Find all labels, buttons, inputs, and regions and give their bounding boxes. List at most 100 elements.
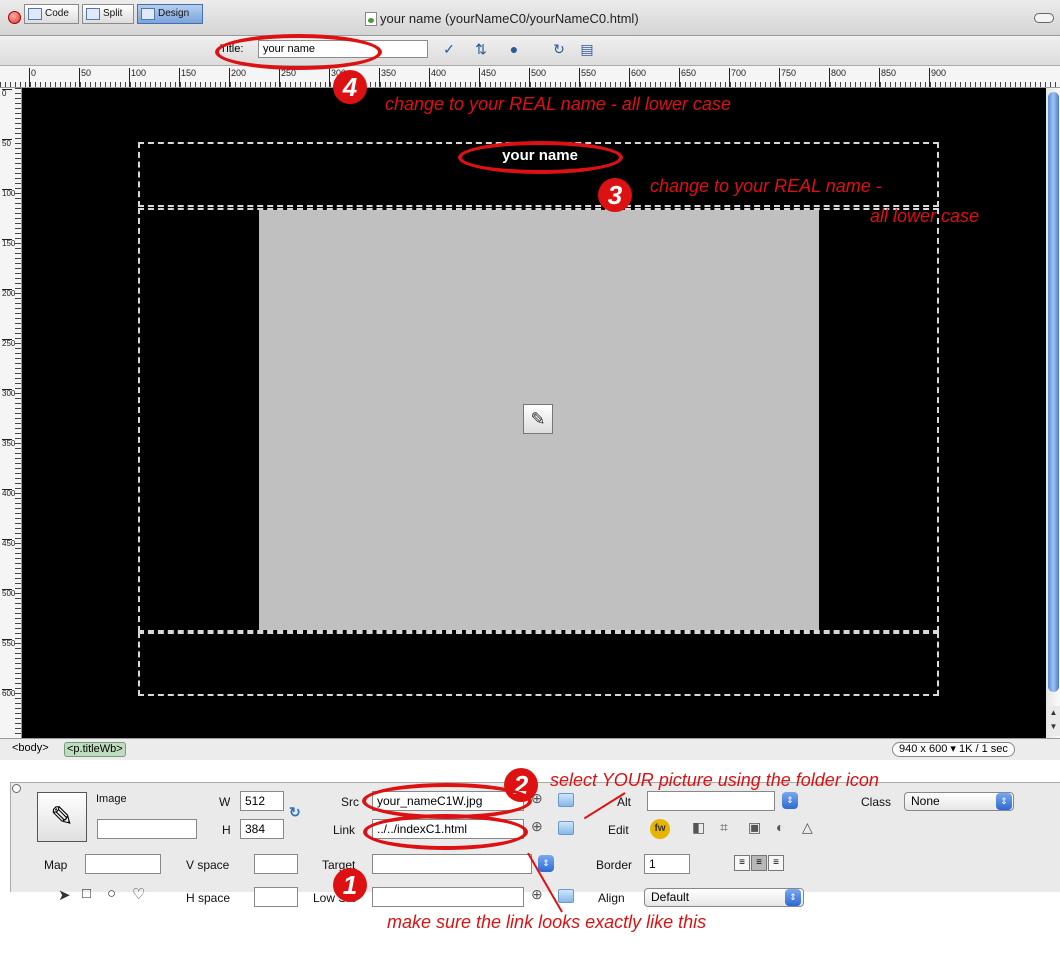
- image-name-input[interactable]: [97, 819, 197, 839]
- ruler-minor-ticks: [15, 88, 21, 738]
- resample-icon[interactable]: ▣: [748, 819, 761, 836]
- annotation-text-4: change to your REAL name - all lower cas…: [385, 94, 731, 114]
- close-window-button[interactable]: [8, 11, 21, 24]
- fireworks-edit-icon[interactable]: fw: [650, 819, 670, 839]
- alt-dropdown-button[interactable]: ⇕: [782, 792, 798, 809]
- browse-folder-icon[interactable]: [558, 889, 574, 903]
- preview-browser-icon[interactable]: ●: [505, 40, 523, 58]
- align-center-button[interactable]: ≡: [751, 855, 767, 871]
- width-label: W: [219, 795, 231, 809]
- validate-icon[interactable]: ✓: [440, 40, 458, 58]
- download-time: 1K / 1 sec: [958, 743, 1008, 755]
- ruler-tick: 600: [629, 68, 646, 87]
- view-options-icon[interactable]: ▤: [578, 40, 596, 58]
- vspace-input[interactable]: [254, 854, 298, 874]
- ruler-tick: 100: [2, 189, 16, 198]
- hspace-input[interactable]: [254, 887, 298, 907]
- ruler-tick: 400: [2, 489, 16, 498]
- class-dropdown-icon: ⇕: [996, 793, 1012, 810]
- design-view-button[interactable]: Design: [137, 4, 203, 24]
- tag-body[interactable]: <body>: [10, 742, 51, 757]
- ruler-tick: 550: [2, 639, 16, 648]
- code-view-button[interactable]: Code: [24, 4, 79, 24]
- map-input[interactable]: [85, 854, 161, 874]
- annotation-oval-site-name: [458, 141, 623, 174]
- annotation-text-2: select YOUR picture using the folder ico…: [550, 770, 879, 790]
- ruler-tick: 350: [2, 439, 16, 448]
- lowsrc-input[interactable]: [372, 887, 524, 907]
- annotation-text-3-line1: change to your REAL name -: [650, 176, 882, 196]
- image-type-icon: ✎: [37, 792, 87, 842]
- width-input[interactable]: [240, 791, 284, 811]
- document-toolbar: [0, 36, 1060, 66]
- height-label: H: [222, 823, 231, 837]
- ruler-tick: 350: [379, 68, 396, 87]
- document-icon: [365, 12, 377, 26]
- alt-input[interactable]: [647, 791, 775, 811]
- code-view-label: Code: [45, 8, 69, 19]
- ruler-tick: 150: [179, 68, 196, 87]
- ruler-tick: 250: [279, 68, 296, 87]
- map-label: Map: [44, 858, 68, 872]
- sharpen-icon[interactable]: △: [802, 819, 813, 836]
- image-label: Image: [96, 793, 127, 805]
- align-select[interactable]: Default: [644, 888, 804, 907]
- polygon-hotspot-icon[interactable]: ♡: [132, 885, 145, 903]
- align-right-button[interactable]: ≡: [768, 855, 784, 871]
- toolbar-toggle-button[interactable]: [1034, 13, 1054, 23]
- ruler-tick: 400: [429, 68, 446, 87]
- ruler-tick: 150: [2, 239, 16, 248]
- refresh-icon[interactable]: ↻: [550, 40, 568, 58]
- scrollbar-thumb[interactable]: [1048, 92, 1059, 692]
- scroll-arrows[interactable]: ▲ ▼: [1047, 706, 1060, 736]
- tag-p-titlewb[interactable]: <p.titleWb>: [64, 742, 126, 757]
- ruler-tick: 200: [2, 289, 16, 298]
- split-view-icon: [86, 8, 100, 20]
- align-value: Default: [651, 890, 690, 904]
- pointer-hotspot-icon[interactable]: ➤: [58, 886, 71, 904]
- rectangle-hotspot-icon[interactable]: □: [82, 885, 91, 902]
- annotation-oval-link: [363, 814, 528, 850]
- target-dropdown-button[interactable]: ⇕: [538, 855, 554, 872]
- height-input[interactable]: [240, 819, 284, 839]
- ruler-tick: 750: [779, 68, 796, 87]
- brightness-contrast-icon[interactable]: ◐: [776, 819, 784, 835]
- border-input[interactable]: [644, 854, 690, 874]
- vspace-label: V space: [186, 858, 230, 872]
- code-view-icon: [28, 8, 42, 20]
- annotation-oval-title: [215, 34, 382, 70]
- class-label: Class: [861, 795, 892, 809]
- footer-div[interactable]: [138, 632, 939, 696]
- ruler-tick: 800: [829, 68, 846, 87]
- ruler-tick: 0: [2, 89, 12, 98]
- align-label: Align: [598, 891, 625, 905]
- browse-folder-icon[interactable]: [558, 793, 574, 807]
- ruler-tick: 500: [529, 68, 546, 87]
- collapse-inspector-button[interactable]: [12, 784, 21, 793]
- ruler-tick: 850: [879, 68, 896, 87]
- design-view-label: Design: [158, 8, 190, 19]
- ruler-tick: 700: [729, 68, 746, 87]
- target-input[interactable]: [372, 854, 532, 874]
- ruler-tick: 450: [479, 68, 496, 87]
- split-view-label: Split: [103, 8, 123, 19]
- split-view-button[interactable]: Split: [82, 4, 134, 24]
- ruler-tick: 250: [2, 339, 16, 348]
- ruler-tick: 600: [2, 689, 16, 698]
- crop-icon[interactable]: ⌗: [720, 819, 728, 836]
- src-label: Src: [341, 795, 359, 809]
- file-management-icon[interactable]: ⇅: [472, 40, 490, 58]
- point-to-file-icon[interactable]: ⊕: [531, 886, 543, 903]
- point-to-file-icon[interactable]: ⊕: [531, 818, 543, 835]
- annotation-text-3-line2: all lower case: [870, 206, 980, 226]
- ruler-tick: 50: [2, 139, 12, 148]
- class-value: None: [911, 794, 940, 808]
- window-size-select[interactable]: 940 x 600 ▾ 1K / 1 sec: [892, 742, 1015, 757]
- reset-size-icon[interactable]: ↻: [289, 804, 301, 821]
- ruler-tick: 0: [29, 68, 36, 87]
- browse-folder-icon[interactable]: [558, 821, 574, 835]
- align-left-button[interactable]: ≡: [734, 855, 750, 871]
- annotation-number-1: 1: [333, 868, 367, 902]
- circle-hotspot-icon[interactable]: ○: [107, 885, 116, 902]
- optimize-icon[interactable]: ◧: [692, 819, 705, 836]
